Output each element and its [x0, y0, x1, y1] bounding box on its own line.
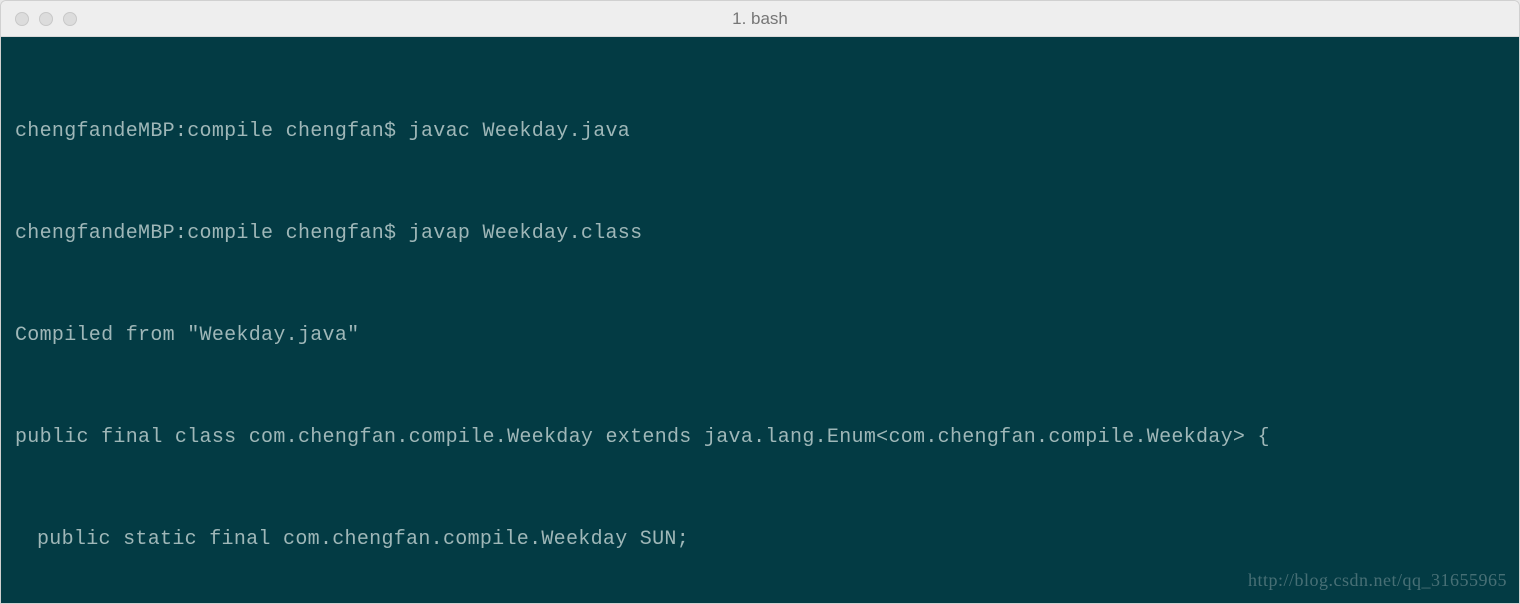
close-icon[interactable] [15, 12, 29, 26]
output-line: public static final com.chengfan.compile… [15, 523, 1505, 557]
terminal-line: chengfandeMBP:compile chengfan$ javac We… [15, 115, 1505, 149]
prompt: chengfandeMBP:compile chengfan$ [15, 120, 409, 143]
terminal-area[interactable]: chengfandeMBP:compile chengfan$ javac We… [1, 37, 1519, 603]
command-text: javac Weekday.java [409, 120, 630, 143]
terminal-line: chengfandeMBP:compile chengfan$ javap We… [15, 217, 1505, 251]
output-line: public final class com.chengfan.compile.… [15, 421, 1505, 455]
maximize-icon[interactable] [63, 12, 77, 26]
command-text: javap Weekday.class [409, 222, 643, 245]
titlebar[interactable]: 1. bash [1, 1, 1519, 37]
output-line: Compiled from "Weekday.java" [15, 319, 1505, 353]
prompt: chengfandeMBP:compile chengfan$ [15, 222, 409, 245]
terminal-window: 1. bash chengfandeMBP:compile chengfan$ … [0, 0, 1520, 604]
watermark-text: http://blog.csdn.net/qq_31655965 [1248, 563, 1507, 597]
minimize-icon[interactable] [39, 12, 53, 26]
window-title: 1. bash [1, 9, 1519, 29]
window-controls [15, 12, 77, 26]
